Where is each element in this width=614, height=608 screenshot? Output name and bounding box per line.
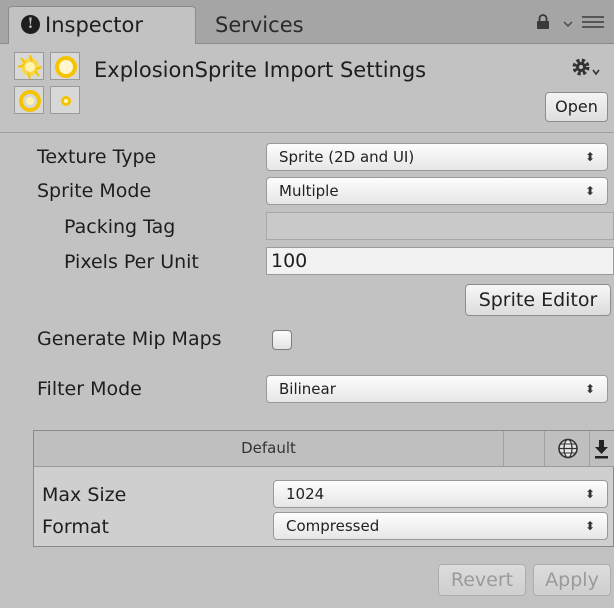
tab-menu-icon[interactable] [560,14,606,30]
open-button[interactable]: Open [545,92,608,122]
tab-inspector[interactable]: ! Inspector [8,6,196,44]
globe-icon [558,438,578,459]
format-value: Compressed [286,517,380,535]
pixels-per-unit-label: Pixels Per Unit [64,251,199,273]
sprite-thumbnail [14,52,44,80]
format-label: Format [42,516,109,538]
filter-mode-dropdown[interactable]: Bilinear ⬍ [266,375,608,403]
packing-tag-label: Packing Tag [64,216,176,238]
filter-mode-label: Filter Mode [37,378,142,400]
sprite-thumbnail [50,52,80,80]
apply-button[interactable]: Apply [533,564,611,596]
gear-icon[interactable] [570,56,604,80]
download-icon [595,440,608,459]
revert-button[interactable]: Revert [438,564,526,596]
platform-tab-bar: Default [34,431,614,467]
generate-mip-maps-checkbox[interactable] [272,330,292,350]
packing-tag-field[interactable] [266,212,614,240]
header-divider [0,132,614,133]
tab-services[interactable]: Services [215,8,365,42]
max-size-value: 1024 [286,485,325,503]
generate-mip-maps-label: Generate Mip Maps [37,328,222,350]
sprite-mode-value: Multiple [279,182,339,200]
tab-services-label: Services [215,13,304,37]
dropdown-arrow-icon: ⬍ [584,519,595,533]
sprite-mode-dropdown[interactable]: Multiple ⬍ [266,177,608,205]
platform-tab-default[interactable]: Default [34,431,504,466]
max-size-dropdown[interactable]: 1024 ⬍ [273,480,608,508]
dropdown-arrow-icon: ⬍ [584,487,595,501]
info-icon: ! [21,15,40,34]
dropdown-arrow-icon: ⬍ [584,382,595,396]
pixels-per-unit-field[interactable]: 100 [266,247,614,275]
dropdown-arrow-icon: ⬍ [584,184,595,198]
sprite-mode-label: Sprite Mode [37,180,152,202]
texture-type-dropdown[interactable]: Sprite (2D and UI) ⬍ [266,143,608,171]
platform-tab-standalone[interactable] [590,431,614,466]
texture-type-value: Sprite (2D and UI) [279,148,415,166]
lock-icon[interactable] [536,14,550,30]
page-title: ExplosionSprite Import Settings [94,58,427,82]
sprite-thumbnails [14,52,82,116]
filter-mode-value: Bilinear [279,380,336,398]
dropdown-arrow-icon: ⬍ [584,150,595,164]
sprite-thumbnail [14,86,44,114]
sprite-editor-button[interactable]: Sprite Editor [465,284,611,316]
format-dropdown[interactable]: Compressed ⬍ [273,512,608,540]
tab-inspector-label: Inspector [45,13,143,37]
max-size-label: Max Size [42,484,127,506]
texture-type-label: Texture Type [37,146,157,168]
sprite-thumbnail [50,86,80,114]
platform-tab-web[interactable] [544,431,590,466]
